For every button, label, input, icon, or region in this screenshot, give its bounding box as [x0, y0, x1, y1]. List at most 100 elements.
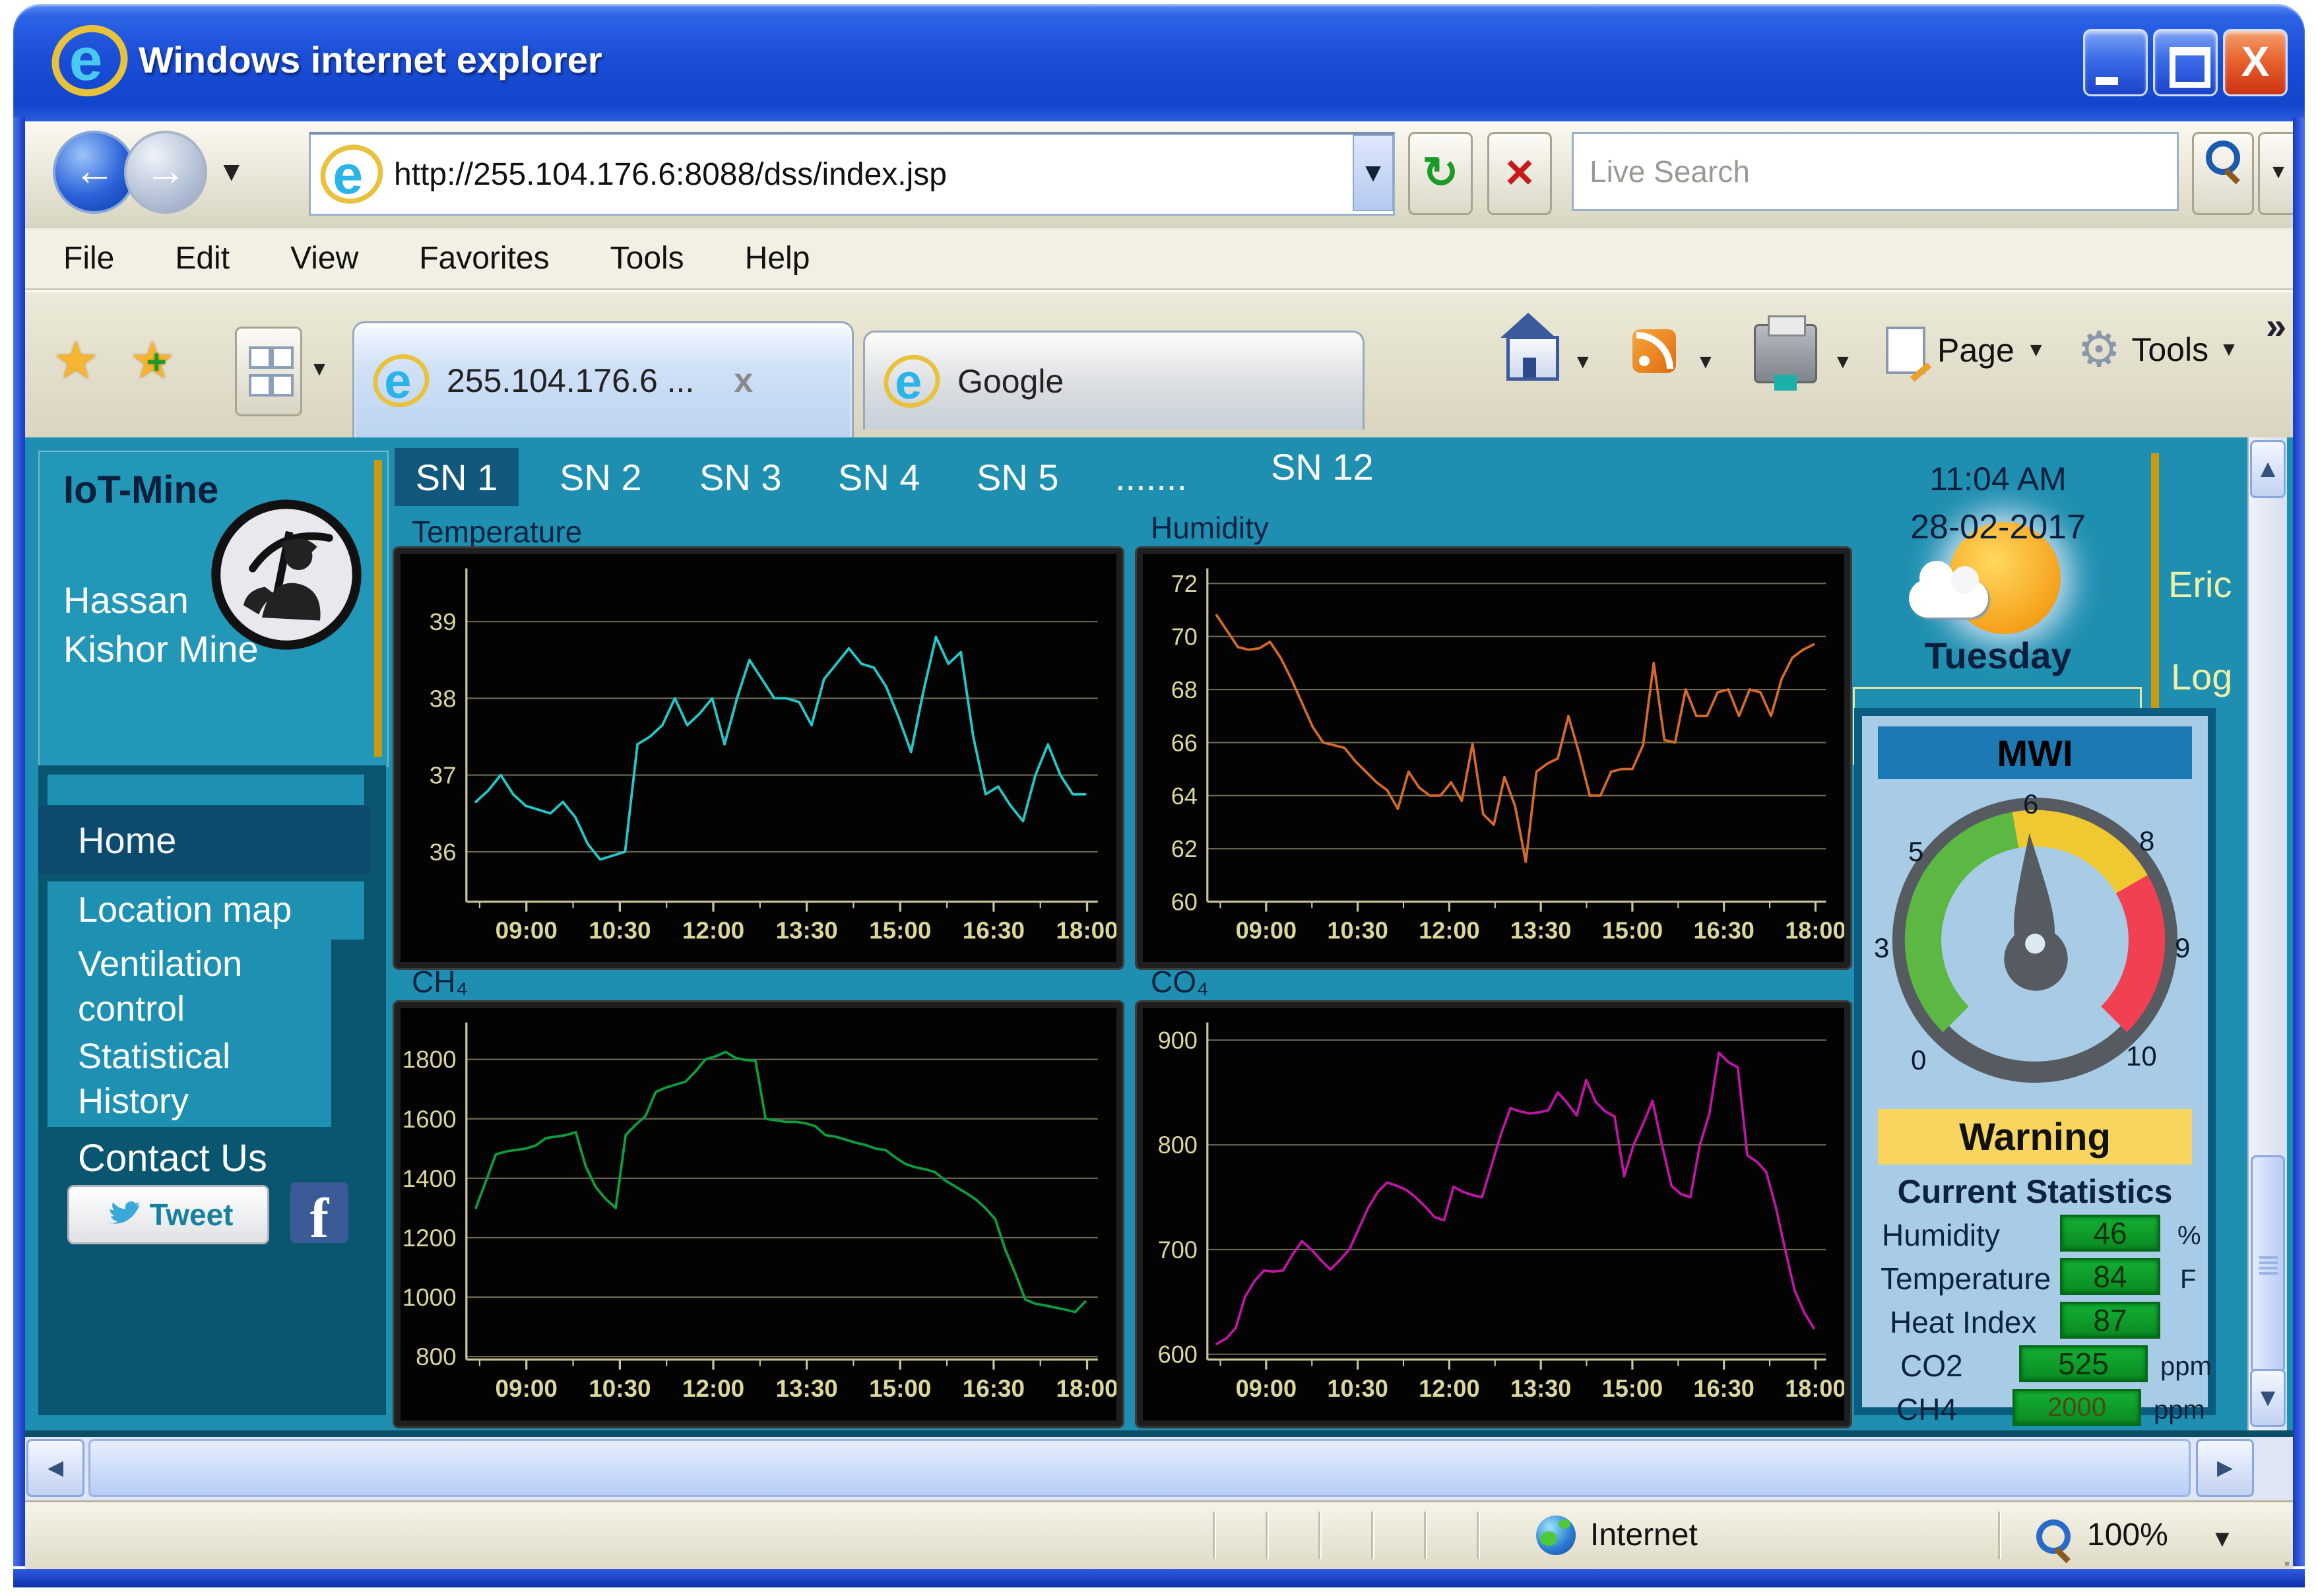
- svg-text:700: 700: [1158, 1236, 1198, 1263]
- status-badge: Warning: [1878, 1109, 2192, 1165]
- chart-title-humidity: Humidity: [1151, 510, 1269, 546]
- search-button[interactable]: [2192, 132, 2254, 215]
- chart-title-ch4: CH₄: [412, 964, 468, 1000]
- chevron-down-icon[interactable]: ▼: [1696, 336, 1716, 377]
- separator: [1424, 1512, 1427, 1559]
- stat-label: Humidity: [1882, 1217, 2000, 1253]
- tab-active[interactable]: e 255.104.176.6 ... x: [352, 321, 854, 437]
- sidebar-item-statistical-history[interactable]: Statistical History: [48, 1028, 331, 1127]
- add-favorite-icon[interactable]: ★+: [129, 331, 176, 391]
- close-button[interactable]: X: [2223, 29, 2288, 96]
- history-dropdown-icon[interactable]: ▼: [218, 156, 245, 187]
- address-dropdown-button[interactable]: ▼: [1353, 135, 1394, 211]
- svg-text:12:00: 12:00: [682, 917, 744, 944]
- svg-text:15:00: 15:00: [869, 1375, 931, 1402]
- forward-button[interactable]: →: [124, 131, 207, 214]
- tools-menu-button[interactable]: ⚙ Tools ▼: [2077, 321, 2239, 378]
- twitter-bird-icon: [104, 1200, 141, 1229]
- stat-unit: ppm: [2160, 1352, 2212, 1382]
- stat-value: 84: [2093, 1259, 2127, 1294]
- print-button[interactable]: [1754, 324, 1817, 383]
- rss-icon: [1632, 329, 1676, 373]
- window-title: Windows internet explorer: [139, 38, 602, 81]
- svg-text:1000: 1000: [402, 1284, 457, 1311]
- sidebar-item-location-map[interactable]: Location map: [48, 881, 364, 940]
- scroll-up-button[interactable]: ▲: [2250, 440, 2286, 498]
- menu-favorites[interactable]: Favorites: [419, 240, 549, 276]
- stat-value: 525: [2058, 1346, 2109, 1382]
- sn-tab-1[interactable]: SN 1: [395, 448, 519, 506]
- chart-title-co4: CO₄: [1151, 964, 1209, 1000]
- svg-text:e: e: [384, 353, 411, 408]
- chevron-down-icon[interactable]: ▼: [1573, 336, 1593, 377]
- tab-list-button[interactable]: ▼: [302, 327, 337, 412]
- sidebar-item-home[interactable]: Home: [38, 806, 371, 874]
- menu-file[interactable]: File: [63, 240, 114, 276]
- quick-tabs-button[interactable]: [235, 327, 302, 416]
- tweet-button[interactable]: Tweet: [67, 1185, 269, 1244]
- scroll-left-button[interactable]: ◄: [26, 1439, 84, 1497]
- search-input[interactable]: Live Search: [1572, 132, 2179, 211]
- vertical-scrollbar[interactable]: ▲ ▼: [2247, 437, 2287, 1430]
- minimize-button[interactable]: [2083, 29, 2148, 96]
- close-tab-icon[interactable]: x: [734, 361, 753, 400]
- menu-tools[interactable]: Tools: [610, 240, 684, 276]
- toolbar-overflow-chevron[interactable]: »: [2266, 304, 2286, 347]
- menu-help[interactable]: Help: [745, 240, 810, 276]
- stat-value-box: 84: [2060, 1258, 2160, 1295]
- svg-text:1200: 1200: [402, 1225, 457, 1252]
- address-field[interactable]: e http://255.104.176.6:8088/dss/index.js…: [309, 132, 1395, 216]
- rss-button[interactable]: [1632, 329, 1676, 373]
- menu-view[interactable]: View: [290, 240, 358, 276]
- svg-text:70: 70: [1171, 623, 1198, 650]
- zoom-level[interactable]: 100%: [2087, 1517, 2168, 1553]
- horizontal-scroll-thumb[interactable]: [88, 1439, 2191, 1497]
- zoom-icon[interactable]: [2036, 1519, 2071, 1557]
- zoom-dropdown-icon[interactable]: ▼: [2210, 1525, 2234, 1552]
- sn-tab-3[interactable]: SN 3: [699, 456, 782, 499]
- gauge-needle: [1997, 831, 2069, 992]
- svg-text:36: 36: [430, 839, 457, 866]
- chevron-down-icon[interactable]: ▼: [1833, 336, 1853, 377]
- sn-tab-2[interactable]: SN 2: [560, 456, 642, 499]
- svg-text:13:30: 13:30: [1510, 1375, 1571, 1402]
- vertical-scroll-thumb[interactable]: [2251, 1155, 2285, 1373]
- sidebar-item-ventilation-control[interactable]: Ventilation control: [48, 936, 331, 1035]
- stat-unit: F: [2180, 1265, 2196, 1294]
- title-bar[interactable]: e Windows internet explorer X: [13, 4, 2305, 121]
- svg-text:15:00: 15:00: [1602, 1375, 1663, 1402]
- stat-value-box: 87: [2060, 1302, 2160, 1339]
- scroll-down-button[interactable]: ▼: [2250, 1369, 2286, 1427]
- contact-us-link[interactable]: Contact Us: [78, 1136, 267, 1180]
- home-button[interactable]: [1506, 321, 1559, 381]
- mwi-title: MWI: [1878, 726, 2192, 779]
- page-menu-button[interactable]: Page ▼: [1886, 327, 2045, 374]
- tab-google[interactable]: e Google: [863, 331, 1365, 430]
- chevron-down-icon: ▼: [2255, 1384, 2280, 1413]
- stat-label: CO2: [1900, 1348, 1963, 1384]
- mwi-gauge: 0 3 5 6 8 9 10: [1870, 782, 2200, 1099]
- sn-tab-5[interactable]: SN 5: [977, 456, 1059, 499]
- svg-text:e: e: [69, 26, 103, 93]
- svg-text:09:00: 09:00: [496, 1375, 558, 1402]
- page-icon: [1886, 327, 1925, 374]
- menu-bar: File Edit View Favorites Tools Help: [25, 228, 2293, 290]
- sn-tab-4[interactable]: SN 4: [838, 456, 920, 499]
- scroll-right-button[interactable]: ►: [2196, 1439, 2254, 1497]
- horizontal-scrollbar[interactable]: ◄ ►: [25, 1437, 2293, 1500]
- separator: [1318, 1512, 1322, 1559]
- chevron-left-icon: ◄: [42, 1453, 69, 1483]
- svg-text:1400: 1400: [402, 1165, 457, 1192]
- menu-edit[interactable]: Edit: [175, 240, 230, 276]
- sn-tab-12[interactable]: SN 12: [1271, 445, 1374, 488]
- svg-text:600: 600: [1158, 1341, 1198, 1368]
- svg-text:38: 38: [430, 685, 457, 712]
- chevron-down-icon: ▼: [2026, 339, 2046, 362]
- logout-link[interactable]: Log: [2171, 655, 2257, 698]
- refresh-button[interactable]: ↻: [1408, 132, 1473, 215]
- resize-grip[interactable]: [2285, 1562, 2289, 1566]
- favorites-star-icon[interactable]: ★: [53, 331, 99, 391]
- facebook-button[interactable]: f: [290, 1182, 348, 1243]
- maximize-button[interactable]: [2153, 29, 2218, 96]
- stop-button[interactable]: ×: [1487, 132, 1552, 215]
